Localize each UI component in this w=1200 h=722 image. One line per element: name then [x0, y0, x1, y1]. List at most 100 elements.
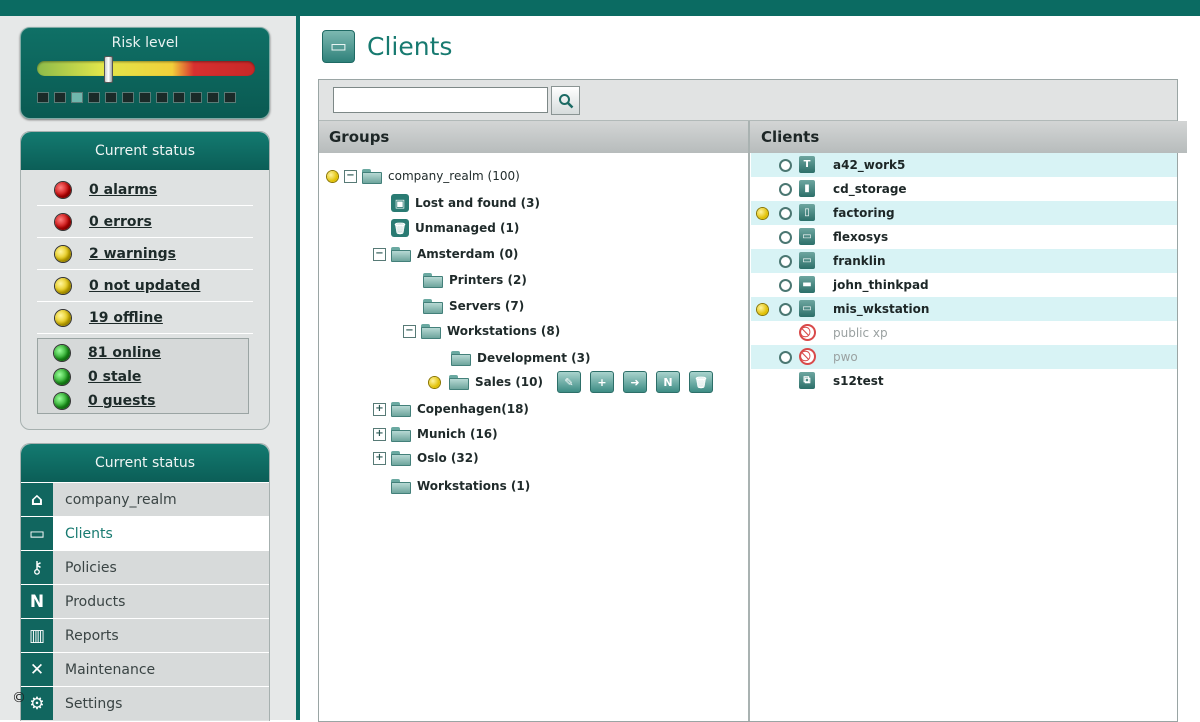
status-link[interactable]: 19 offline — [89, 310, 163, 326]
status-link[interactable]: 0 not updated — [89, 278, 200, 294]
status-stale[interactable]: 0 stale — [38, 365, 248, 389]
collapse-icon[interactable]: − — [344, 169, 357, 183]
navigation-panel: Current status ⌂ company_realm ▭ Clients ⚷… — [20, 443, 270, 721]
tree-node-workstations[interactable]: − Workstations (8) — [403, 320, 560, 342]
client-row[interactable]: ▬ john_thinkpad — [751, 273, 1177, 297]
nav-item-clients[interactable]: ▭ Clients — [21, 516, 269, 550]
box-icon: ▣ — [391, 194, 409, 212]
expand-icon[interactable]: + — [373, 427, 386, 441]
tree-node-company-realm[interactable]: − company_realm (100) — [327, 165, 520, 187]
tree-node-label: Sales (10) — [475, 375, 543, 389]
status-ring-icon — [779, 279, 792, 292]
search-input[interactable] — [333, 87, 548, 113]
copyright-mark: © — [12, 690, 26, 706]
expand-icon[interactable]: + — [373, 451, 386, 465]
tree-node-workstations-2[interactable]: Workstations (1) — [391, 475, 530, 497]
status-guests[interactable]: 0 guests — [38, 389, 248, 413]
green-status-icon — [54, 393, 70, 409]
laptop-icon: ▬ — [799, 276, 815, 293]
status-offline[interactable]: 19 offline — [37, 302, 253, 334]
status-link[interactable]: 0 stale — [88, 369, 141, 385]
folder-icon — [391, 246, 411, 262]
product-assign-icon[interactable]: N — [655, 371, 680, 393]
monitor-icon: ▭ — [799, 252, 815, 269]
client-row[interactable]: ▯ factoring — [751, 201, 1177, 225]
yellow-status-icon — [55, 277, 71, 294]
client-row[interactable]: ⧉ s12test — [751, 369, 1177, 393]
search-button[interactable] — [551, 86, 580, 115]
server-icon: T — [799, 156, 815, 173]
client-row[interactable]: ▮ cd_storage — [751, 177, 1177, 201]
risk-level-bar — [37, 61, 255, 76]
status-not-updated[interactable]: 0 not updated — [37, 270, 253, 302]
client-row[interactable]: ⃠ public xp — [751, 321, 1177, 345]
home-icon: ⌂ — [21, 483, 53, 516]
collapse-icon[interactable]: − — [403, 324, 416, 338]
tree-node-lost-and-found[interactable]: ▣ Lost and found (3) — [391, 192, 540, 214]
status-link[interactable]: 2 warnings — [89, 246, 176, 262]
status-ring-icon — [779, 255, 792, 268]
yellow-status-icon — [55, 309, 71, 326]
red-status-icon — [55, 181, 71, 198]
tree-node-copenhagen[interactable]: + Copenhagen(18) — [373, 398, 529, 420]
client-row[interactable]: ▭ flexosys — [751, 225, 1177, 249]
nav-label: Maintenance — [65, 661, 156, 678]
status-warnings[interactable]: 2 warnings — [37, 238, 253, 270]
tree-node-sales[interactable]: Sales (10) ✎ + ➜ N 🗑 — [429, 371, 713, 393]
tree-node-unmanaged[interactable]: 🗑 Unmanaged (1) — [391, 217, 519, 239]
key-icon: ⚷ — [21, 551, 53, 584]
tree-node-label: Lost and found (3) — [415, 196, 540, 210]
nav-label: Policies — [65, 559, 117, 576]
status-errors[interactable]: 0 errors — [37, 206, 253, 238]
client-row[interactable]: Ta42_work5 — [751, 153, 1177, 177]
status-link[interactable]: 0 errors — [89, 214, 152, 230]
folder-icon — [423, 298, 443, 314]
client-row[interactable]: ▭ mis_wkstation — [751, 297, 1177, 321]
led — [105, 92, 117, 103]
status-online[interactable]: 81 online — [38, 341, 248, 365]
clients-list: Ta42_work5 ▮ cd_storage ▯ factoring ▭ flexo… — [751, 153, 1177, 393]
tree-node-development[interactable]: Development (3) — [451, 347, 590, 369]
tree-node-amsterdam[interactable]: − Amsterdam (0) — [373, 243, 518, 265]
status-link[interactable]: 0 guests — [88, 393, 155, 409]
group-actions: ✎ + ➜ N 🗑 — [556, 371, 713, 393]
client-row[interactable]: ▭ franklin — [751, 249, 1177, 273]
tree-node-label: company_realm (100) — [388, 169, 520, 183]
expand-icon[interactable]: + — [373, 402, 386, 416]
risk-level-indicator — [103, 56, 113, 83]
add-subgroup-icon[interactable]: + — [589, 371, 614, 393]
nav-item-reports[interactable]: ▥ Reports — [21, 618, 269, 652]
folder-icon — [423, 272, 443, 288]
tree-node-printers[interactable]: Printers (2) — [423, 269, 527, 291]
tree-node-label: Development (3) — [477, 351, 591, 365]
nav-item-company-realm[interactable]: ⌂ company_realm — [21, 482, 269, 516]
status-alarms[interactable]: 0 alarms — [37, 174, 253, 206]
status-ring-icon — [779, 207, 792, 220]
tree-node-label: Servers (7) — [449, 299, 525, 313]
risk-level-leds — [37, 92, 236, 103]
client-row[interactable]: ⃠ pwo — [751, 345, 1177, 369]
n-logo-icon: N — [21, 585, 53, 618]
client-name: pwo — [833, 350, 858, 364]
folder-icon — [362, 168, 382, 184]
status-ring-icon — [779, 351, 792, 364]
tree-node-munich[interactable]: + Munich (16) — [373, 423, 498, 445]
red-status-icon — [55, 213, 71, 230]
nav-item-settings[interactable]: ⚙ Settings — [21, 686, 269, 720]
collapse-icon[interactable]: − — [373, 247, 386, 261]
green-status-icon — [54, 345, 70, 361]
delete-icon[interactable]: 🗑 — [688, 371, 713, 393]
monitor-icon: ▭ — [799, 300, 815, 317]
current-status-panel: Current status 0 alarms 0 errors 2 warni… — [20, 131, 270, 430]
tree-node-servers[interactable]: Servers (7) — [423, 295, 524, 317]
nav-item-products[interactable]: N Products — [21, 584, 269, 618]
nav-item-policies[interactable]: ⚷ Policies — [21, 550, 269, 584]
status-link[interactable]: 0 alarms — [89, 182, 157, 198]
status-link[interactable]: 81 online — [88, 345, 161, 361]
nav-item-maintenance[interactable]: ✕ Maintenance — [21, 652, 269, 686]
move-group-icon[interactable]: ➜ — [622, 371, 647, 393]
tree-node-oslo[interactable]: + Oslo (32) — [373, 447, 479, 469]
column-divider[interactable] — [748, 121, 750, 721]
nav-label: Clients — [65, 525, 113, 542]
edit-icon[interactable]: ✎ — [556, 371, 581, 393]
